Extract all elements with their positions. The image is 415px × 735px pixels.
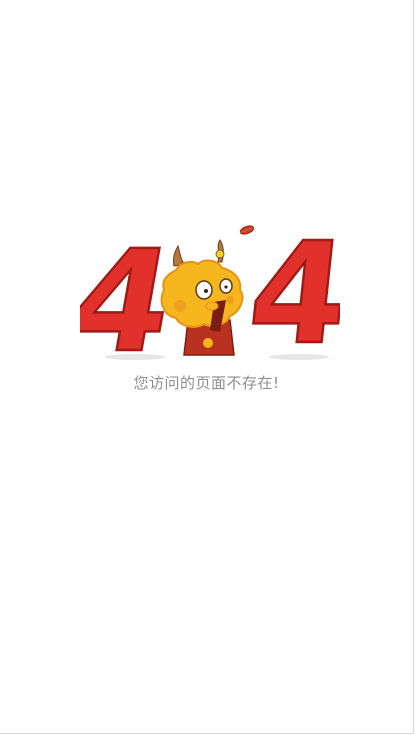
error-message: 您访问的页面不存在!: [133, 374, 280, 392]
error-page: 4 4 您访问的页面不存在!: [0, 0, 414, 734]
dragon-mascot-icon: [160, 239, 244, 356]
error-404-illustration: 4 4: [80, 220, 340, 365]
error-code-right-digit: 4: [242, 220, 340, 365]
leaf-icon: [239, 225, 255, 235]
